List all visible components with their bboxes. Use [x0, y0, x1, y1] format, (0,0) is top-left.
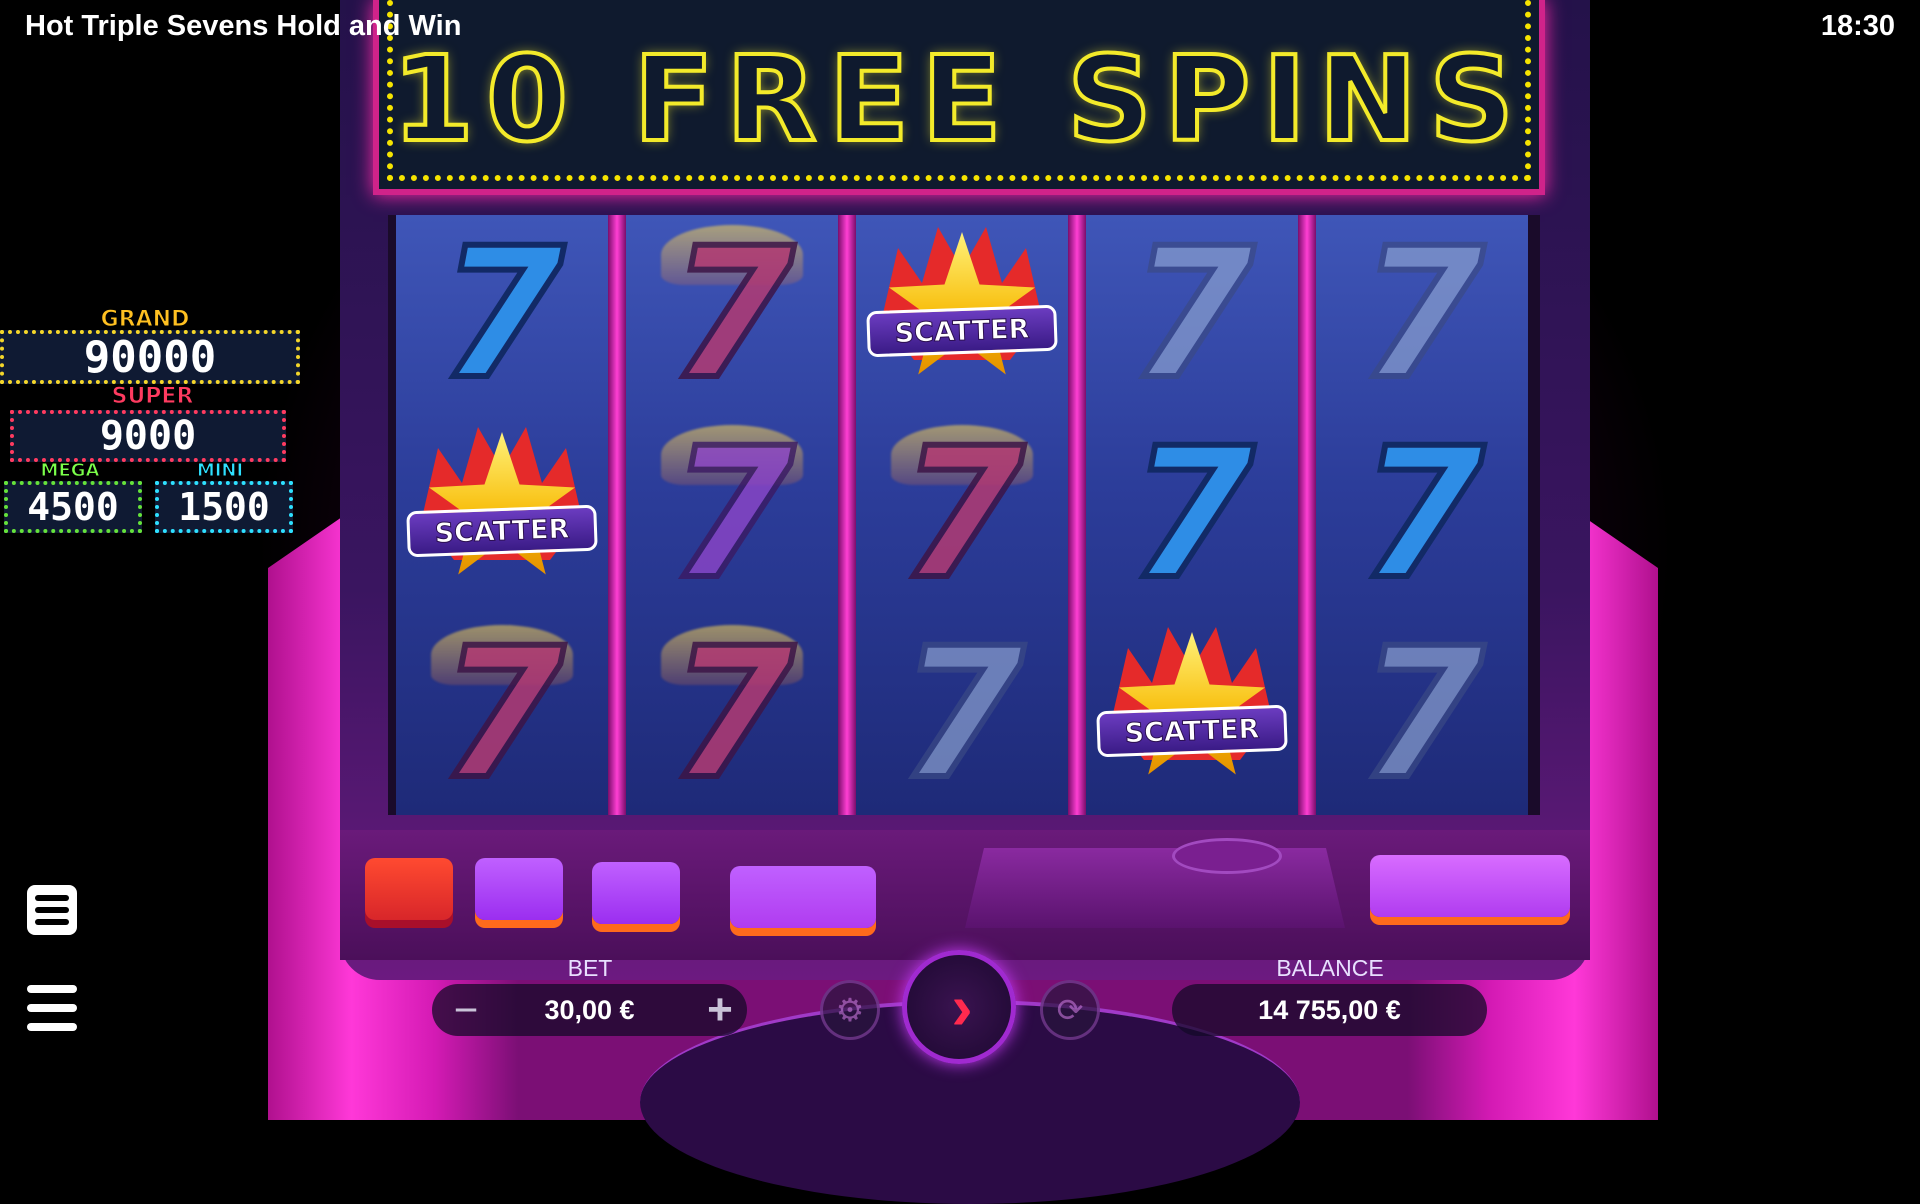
- bet-label: BET: [567, 955, 613, 981]
- console-button-red: [365, 858, 453, 920]
- console-button-purple-3: [730, 866, 876, 928]
- paytable-icon-line: [35, 919, 69, 925]
- free-spins-marquee: 10 FREE SPINS: [373, 0, 1545, 195]
- reel-symbol: 7: [1086, 215, 1298, 415]
- game-title: Hot Triple Sevens Hold and Win: [25, 10, 462, 42]
- seven-symbol-blue: 7: [436, 215, 567, 419]
- reel-symbol: 7: [856, 415, 1068, 615]
- seven-symbol-red: 7: [896, 410, 1027, 619]
- reel-symbol: SCATTER: [856, 215, 1068, 415]
- hamburger-menu-icon-line: [27, 1023, 77, 1031]
- bet-decrease-button[interactable]: −: [440, 984, 492, 1036]
- reel-symbol: SCATTER: [396, 415, 608, 615]
- lever-knob: [1172, 838, 1282, 874]
- reel-divider: [1298, 215, 1316, 815]
- seven-symbol-grey: 7: [1126, 215, 1257, 419]
- scatter-symbol: SCATTER: [406, 420, 598, 610]
- grand-jackpot-value: 90000: [0, 330, 300, 384]
- scatter-symbol: SCATTER: [1096, 620, 1288, 810]
- autoplay-icon: ⟳: [1056, 992, 1084, 1028]
- seven-symbol-purple: 7: [666, 410, 797, 619]
- reel-symbol: 7: [626, 615, 838, 815]
- seven-symbol-red: 7: [436, 610, 567, 815]
- seven-symbol-grey: 7: [1356, 215, 1487, 419]
- reel-symbol: 7: [856, 615, 1068, 815]
- reel-divider: [608, 215, 626, 815]
- mini-jackpot-value: 1500: [155, 481, 293, 533]
- spin-arrow-icon: ›: [951, 971, 973, 1043]
- autoplay-button[interactable]: ⟳: [1040, 980, 1100, 1040]
- mini-jackpot-label: MINI: [196, 460, 244, 482]
- hamburger-menu-icon: [27, 985, 77, 993]
- reel-symbol: 7: [1316, 615, 1528, 815]
- lever-base: [965, 848, 1345, 928]
- paytable-icon-line: [35, 907, 69, 913]
- seven-symbol-red: 7: [666, 215, 797, 419]
- hamburger-menu-icon-line: [27, 1004, 77, 1012]
- mega-jackpot-value: 4500: [4, 481, 142, 533]
- reel-symbol: 7: [396, 215, 608, 415]
- scatter-ribbon: SCATTER: [866, 304, 1058, 358]
- reel-2: 777: [626, 215, 838, 815]
- reel-divider: [1068, 215, 1086, 815]
- seven-symbol-blue: 7: [1356, 410, 1487, 619]
- reel-1: 7 SCATTER 7: [396, 215, 608, 815]
- scatter-ribbon: SCATTER: [1096, 704, 1288, 758]
- marquee-text: 10 FREE SPINS: [390, 28, 1527, 170]
- seven-symbol-grey: 7: [1356, 610, 1487, 815]
- mega-jackpot-label: MEGA: [40, 460, 100, 482]
- spin-button[interactable]: ›: [902, 950, 1016, 1064]
- bet-value: 30,00 €: [544, 994, 635, 1025]
- console-button-purple-2: [592, 862, 680, 924]
- balance-display: 14 755,00 €: [1172, 984, 1487, 1036]
- balance-label: BALANCE: [1276, 955, 1384, 981]
- reel-symbol: 7: [1316, 415, 1528, 615]
- seven-symbol-grey: 7: [896, 610, 1027, 815]
- reel-symbol: 7: [626, 215, 838, 415]
- reel-divider: [838, 215, 856, 815]
- reel-symbol: 7: [396, 615, 608, 815]
- super-jackpot-value: 9000: [10, 410, 286, 462]
- seven-symbol-red: 7: [666, 610, 797, 815]
- reel-symbol: 7: [1316, 215, 1528, 415]
- super-jackpot-label: SUPER: [111, 384, 194, 410]
- reel-3: SCATTER 7 7: [856, 215, 1068, 815]
- console-button-purple-4: [1370, 855, 1570, 917]
- scatter-label: SCATTER: [894, 313, 1031, 350]
- coin-settings-button[interactable]: ⚙: [820, 980, 880, 1040]
- paytable-icon: [35, 895, 69, 901]
- grand-jackpot-label: GRAND: [100, 307, 190, 333]
- reel-symbol: 7: [1086, 415, 1298, 615]
- reel-5: 777: [1316, 215, 1528, 815]
- scatter-symbol: SCATTER: [866, 220, 1058, 410]
- scatter-label: SCATTER: [434, 513, 571, 550]
- console-button-purple-1: [475, 858, 563, 920]
- menu-button[interactable]: [27, 985, 77, 1031]
- reel-symbol: SCATTER: [1086, 615, 1298, 815]
- seven-symbol-blue: 7: [1126, 410, 1257, 619]
- coin-settings-icon: ⚙: [835, 992, 865, 1028]
- reel-symbol: 7: [626, 415, 838, 615]
- scatter-ribbon: SCATTER: [406, 504, 598, 558]
- balance-value: 14 755,00 €: [1258, 994, 1401, 1025]
- clock: 18:30: [1820, 10, 1895, 42]
- reel-4: 7 7 SCATTER: [1086, 215, 1298, 815]
- paytable-button[interactable]: [27, 885, 77, 935]
- scatter-label: SCATTER: [1124, 713, 1261, 750]
- bet-increase-button[interactable]: +: [694, 984, 746, 1036]
- reel-area: 7 SCATTER 7 7 7 7 SCATTER 7 7 7 7 SCATTER 7 7 7: [388, 215, 1540, 815]
